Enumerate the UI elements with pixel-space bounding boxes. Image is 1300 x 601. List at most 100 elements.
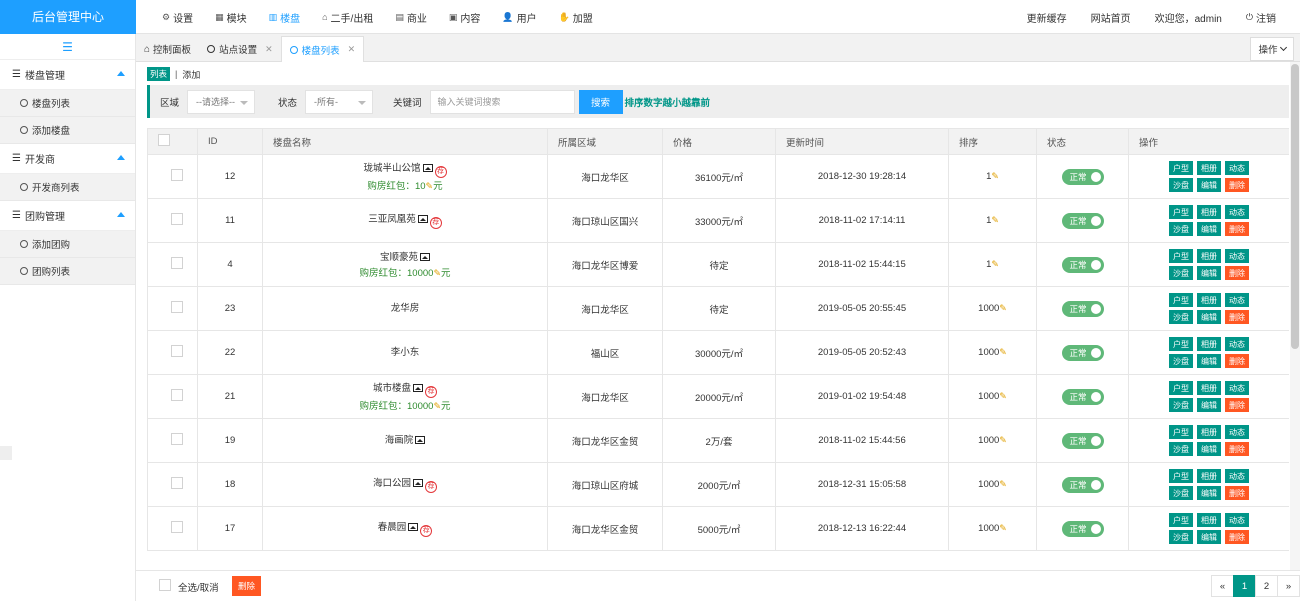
action-button-5[interactable]: 删除 xyxy=(1225,398,1249,412)
action-button-4[interactable]: 编辑 xyxy=(1197,222,1221,236)
pencil-icon[interactable]: ✎ xyxy=(991,259,999,269)
sidebar-item[interactable]: 开发商列表 xyxy=(0,174,135,201)
cell-sort[interactable]: 1000✎ xyxy=(948,374,1037,419)
row-checkbox[interactable] xyxy=(171,301,183,313)
action-button-1[interactable]: 相册 xyxy=(1197,425,1221,439)
close-icon[interactable]: ✕ xyxy=(265,44,273,55)
action-button-3[interactable]: 沙盘 xyxy=(1169,530,1193,544)
action-button-4[interactable]: 编辑 xyxy=(1197,310,1221,324)
action-button-1[interactable]: 相册 xyxy=(1197,513,1221,527)
cell-sort[interactable]: 1✎ xyxy=(948,154,1037,199)
select-all-header[interactable] xyxy=(147,128,198,155)
action-button-4[interactable]: 编辑 xyxy=(1197,398,1221,412)
building-name[interactable]: 宝顺豪苑 xyxy=(380,252,418,263)
image-icon[interactable] xyxy=(415,435,426,444)
building-name[interactable]: 海画院 xyxy=(385,435,414,446)
sidebar-collapse-handle[interactable] xyxy=(0,446,12,460)
cell-sort[interactable]: 1000✎ xyxy=(948,286,1037,331)
action-button-5[interactable]: 删除 xyxy=(1225,178,1249,192)
topnav-item-7[interactable]: ✋ 加盟 xyxy=(559,0,593,34)
row-checkbox[interactable] xyxy=(171,169,183,181)
image-icon[interactable] xyxy=(420,252,430,261)
action-button-1[interactable]: 相册 xyxy=(1197,161,1221,175)
action-button-1[interactable]: 相册 xyxy=(1197,205,1221,219)
prev-page-button[interactable]: « xyxy=(1211,575,1234,597)
status-toggle[interactable]: 正常 xyxy=(1061,432,1104,449)
scrollbar-thumb[interactable] xyxy=(1291,64,1299,349)
topnav-item-3[interactable]: ⌂ 二手/出租 xyxy=(322,0,373,34)
topnav-item-6[interactable]: 👤 用户 xyxy=(502,0,536,34)
status-toggle[interactable]: 正常 xyxy=(1061,520,1104,537)
brand-title[interactable]: 后台管理中心 xyxy=(0,0,136,34)
action-button-1[interactable]: 相册 xyxy=(1197,469,1221,483)
site-home-link[interactable]: 网站首页 xyxy=(1091,0,1131,34)
row-checkbox[interactable] xyxy=(171,521,183,533)
menu-toggle-icon[interactable]: ☰ xyxy=(0,34,135,60)
refresh-cache-link[interactable]: 更新缓存 xyxy=(1027,0,1067,34)
action-button-1[interactable]: 相册 xyxy=(1197,249,1221,263)
page-2-button[interactable]: 2 xyxy=(1255,575,1278,597)
status-toggle[interactable]: 正常 xyxy=(1061,168,1104,185)
building-name[interactable]: 三亚凤凰苑 xyxy=(368,214,416,225)
action-button-0[interactable]: 户型 xyxy=(1169,293,1193,307)
search-button[interactable]: 搜索 xyxy=(578,89,623,114)
action-button-4[interactable]: 编辑 xyxy=(1197,266,1221,280)
header-checkbox[interactable] xyxy=(158,134,170,146)
action-button-3[interactable]: 沙盘 xyxy=(1169,222,1193,236)
action-button-2[interactable]: 动态 xyxy=(1225,161,1249,175)
cell-sort[interactable]: 1✎ xyxy=(948,198,1037,243)
tab-building-list[interactable]: 楼盘列表 ✕ xyxy=(280,36,365,62)
pencil-icon[interactable]: ✎ xyxy=(999,479,1007,489)
image-icon[interactable] xyxy=(413,478,423,487)
action-button-2[interactable]: 动态 xyxy=(1225,381,1249,395)
action-button-3[interactable]: 沙盘 xyxy=(1169,486,1193,500)
building-name[interactable]: 李小东 xyxy=(391,347,420,358)
action-button-1[interactable]: 相册 xyxy=(1197,293,1221,307)
cell-sort[interactable]: 1✎ xyxy=(948,242,1037,287)
keyword-input[interactable]: 输入关键词搜索 xyxy=(429,89,575,114)
action-button-3[interactable]: 沙盘 xyxy=(1169,354,1193,368)
row-checkbox[interactable] xyxy=(171,213,183,225)
action-button-4[interactable]: 编辑 xyxy=(1197,486,1221,500)
action-button-2[interactable]: 动态 xyxy=(1225,425,1249,439)
building-name[interactable]: 海口公园 xyxy=(373,478,411,489)
status-toggle[interactable]: 正常 xyxy=(1061,476,1104,493)
pencil-icon[interactable]: ✎ xyxy=(999,523,1007,533)
image-icon[interactable] xyxy=(413,383,423,392)
action-button-0[interactable]: 户型 xyxy=(1169,425,1193,439)
cell-sort[interactable]: 1000✎ xyxy=(948,330,1037,375)
row-checkbox[interactable] xyxy=(171,257,183,269)
building-name[interactable]: 龙华房 xyxy=(391,303,420,314)
select-all-label[interactable]: 全选/取消 xyxy=(178,580,219,594)
pencil-icon[interactable]: ✎ xyxy=(433,268,441,278)
topnav-item-1[interactable]: ▦ 模块 xyxy=(215,0,247,34)
topnav-item-0[interactable]: ⚙ 设置 xyxy=(162,0,193,34)
action-button-0[interactable]: 户型 xyxy=(1169,469,1193,483)
sidebar-item[interactable]: 添加楼盘 xyxy=(0,117,135,144)
region-select[interactable]: --请选择-- xyxy=(187,89,256,114)
action-button-1[interactable]: 相册 xyxy=(1197,381,1221,395)
action-button-2[interactable]: 动态 xyxy=(1225,249,1249,263)
building-name[interactable]: 珑城半山公馆 xyxy=(363,163,420,174)
row-checkbox[interactable] xyxy=(171,345,183,357)
image-icon[interactable] xyxy=(422,163,433,172)
status-select[interactable]: -所有- xyxy=(305,89,374,114)
action-button-5[interactable]: 删除 xyxy=(1225,310,1249,324)
action-button-4[interactable]: 编辑 xyxy=(1197,530,1221,544)
next-page-button[interactable]: » xyxy=(1277,575,1300,597)
action-button-5[interactable]: 删除 xyxy=(1225,486,1249,500)
action-button-3[interactable]: 沙盘 xyxy=(1169,266,1193,280)
status-toggle[interactable]: 正常 xyxy=(1061,256,1104,273)
row-checkbox[interactable] xyxy=(171,477,183,489)
action-button-2[interactable]: 动态 xyxy=(1225,293,1249,307)
action-button-0[interactable]: 户型 xyxy=(1169,161,1193,175)
action-button-0[interactable]: 户型 xyxy=(1169,249,1193,263)
action-button-5[interactable]: 删除 xyxy=(1225,266,1249,280)
pencil-icon[interactable]: ✎ xyxy=(433,401,441,411)
action-button-3[interactable]: 沙盘 xyxy=(1169,178,1193,192)
sidebar-group-header[interactable]: ☰ 团购管理 xyxy=(0,201,135,231)
list-link[interactable]: 列表 xyxy=(147,67,171,81)
topnav-item-2[interactable]: ▥ 楼盘 xyxy=(269,0,301,34)
sidebar-group-header[interactable]: ☰ 开发商 xyxy=(0,144,135,174)
row-checkbox[interactable] xyxy=(171,389,183,401)
